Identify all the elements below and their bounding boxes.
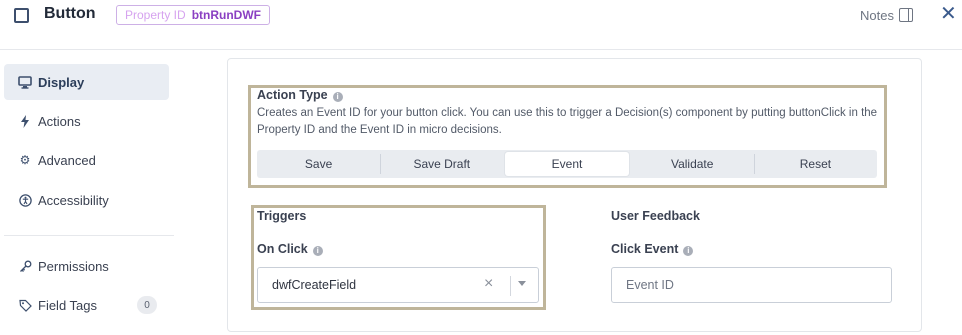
click-event-label: Click Event i <box>611 242 694 256</box>
sidebar-item-label: Field Tags <box>38 297 98 313</box>
sidebar: Display Actions ⚙ Advanced Accessibility… <box>0 51 180 335</box>
property-id-value: btnRunDWF <box>191 8 261 22</box>
action-type-event-button[interactable]: Event <box>505 152 629 176</box>
info-icon[interactable]: i <box>312 246 323 256</box>
sidebar-item-field-tags[interactable]: Field Tags 0 <box>4 287 169 323</box>
component-title: Button <box>44 5 96 22</box>
key-icon <box>18 259 32 273</box>
lightning-icon <box>18 114 32 128</box>
close-icon[interactable]: ✕ <box>940 3 957 25</box>
action-type-save-draft-button[interactable]: Save Draft <box>380 150 503 178</box>
action-type-description: Creates an Event ID for your button clic… <box>257 107 878 136</box>
action-type-title: Action Type i <box>257 88 343 102</box>
action-type-reset-button[interactable]: Reset <box>753 150 877 178</box>
clear-icon[interactable]: × <box>484 275 493 293</box>
sidebar-item-permissions[interactable]: Permissions <box>4 248 169 284</box>
select-divider <box>510 276 511 296</box>
sidebar-item-label: Display <box>38 74 85 90</box>
accessibility-icon <box>18 193 32 207</box>
on-click-select[interactable]: dwfCreateField × <box>257 267 539 303</box>
sidebar-item-label: Advanced <box>38 152 96 168</box>
on-click-label: On Click i <box>257 242 323 256</box>
sidebar-item-accessibility[interactable]: Accessibility <box>4 182 169 218</box>
click-event-input[interactable] <box>611 267 892 303</box>
info-icon[interactable]: i <box>332 92 343 102</box>
header: Button Property ID btnRunDWF Notes ✕ <box>0 0 962 50</box>
on-click-select-value: dwfCreateField <box>272 278 357 292</box>
sidebar-item-actions[interactable]: Actions <box>4 103 169 139</box>
sidebar-divider <box>4 235 174 236</box>
select-checkbox[interactable] <box>14 8 29 23</box>
sidebar-item-advanced[interactable]: ⚙ Advanced <box>4 142 169 178</box>
sidebar-item-label: Permissions <box>38 258 109 274</box>
sidebar-item-label: Actions <box>38 113 81 129</box>
notes-label[interactable]: Notes <box>860 8 894 23</box>
sidebar-item-display[interactable]: Display <box>4 64 169 100</box>
action-type-save-button[interactable]: Save <box>257 150 380 178</box>
monitor-icon <box>18 75 32 89</box>
action-type-segmented-control: Save Save Draft Event Validate Reset <box>257 150 877 178</box>
sidebar-item-label: Accessibility <box>38 192 109 208</box>
triggers-title: Triggers <box>257 209 307 223</box>
notes-panel-icon[interactable] <box>899 8 913 22</box>
property-id-badge: Property ID btnRunDWF <box>116 5 270 25</box>
user-feedback-title: User Feedback <box>611 209 700 223</box>
tag-icon <box>18 298 32 312</box>
info-icon[interactable]: i <box>683 246 694 256</box>
field-tags-count-badge: 0 <box>137 296 157 314</box>
gear-icon: ⚙ <box>19 153 31 167</box>
action-type-validate-button[interactable]: Validate <box>631 150 754 178</box>
property-id-label: Property ID <box>125 8 186 22</box>
chevron-down-icon[interactable] <box>518 281 526 286</box>
